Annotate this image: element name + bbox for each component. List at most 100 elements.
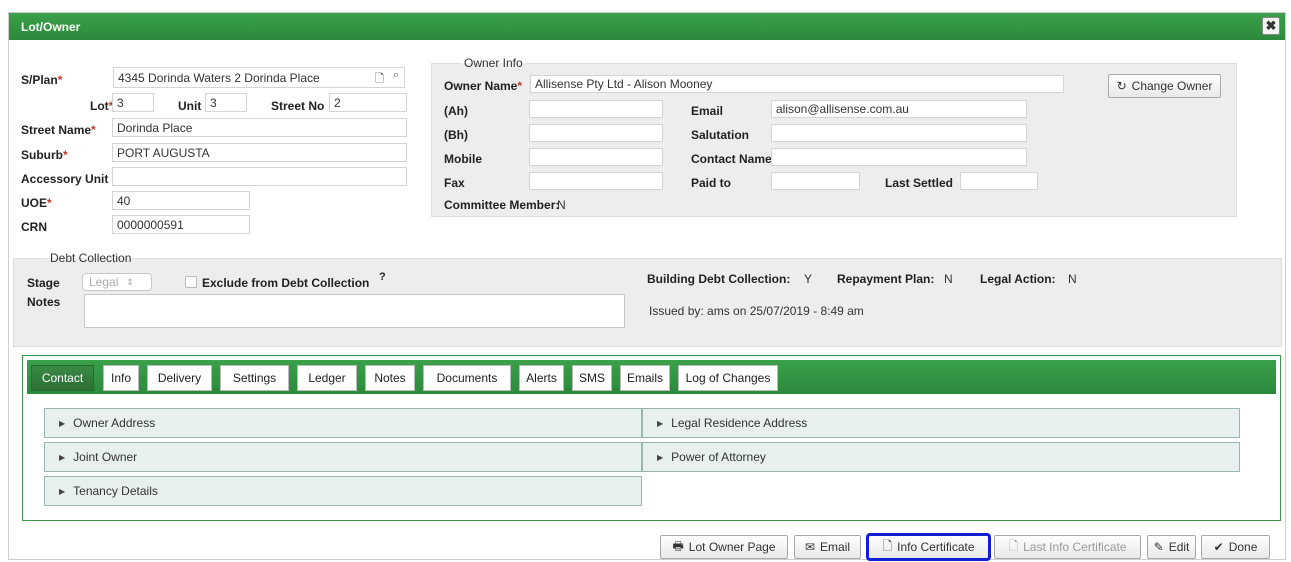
search-icon[interactable]: ⌕ <box>393 69 399 82</box>
accordion-owner-address[interactable]: ▶ Owner Address <box>44 408 642 438</box>
ah-field[interactable] <box>529 100 663 118</box>
uoe-label: UOE* <box>21 196 52 210</box>
accordion-legal-residence-label: Legal Residence Address <box>671 416 808 430</box>
crn-field[interactable]: 0000000591 <box>112 215 250 234</box>
notes-label: Notes <box>27 295 61 309</box>
fax-label: Fax <box>444 176 465 190</box>
uoe-field[interactable]: 40 <box>112 191 250 210</box>
expand-triangle-icon: ▶ <box>657 452 664 462</box>
tab-log-of-changes[interactable]: Log of Changes <box>678 365 778 391</box>
suburb-field[interactable]: PORT AUGUSTA <box>112 143 407 162</box>
print-icon: 🖶 <box>672 538 684 553</box>
tab-settings[interactable]: Settings <box>220 365 289 391</box>
committee-member-label: Committee Member: <box>444 198 560 212</box>
tab-documents[interactable]: Documents <box>423 365 511 391</box>
owner-name-field[interactable]: Allisense Pty Ltd - Alison Mooney <box>530 75 1064 93</box>
document-icon: 🗋 <box>882 538 893 553</box>
exclude-debt-label: Exclude from Debt Collection <box>202 276 370 290</box>
tab-emails[interactable]: Emails <box>620 365 670 391</box>
lot-owner-dialog: Lot/Owner ✖ S/Plan* 4345 Dorinda Waters … <box>8 12 1286 561</box>
street-no-field[interactable]: 2 <box>329 93 407 112</box>
splan-value: 4345 Dorinda Waters 2 Dorinda Place <box>118 71 320 85</box>
last-settled-field[interactable] <box>960 172 1038 190</box>
splan-label: S/Plan* <box>21 73 63 87</box>
accordion-tenancy-details[interactable]: ▶ Tenancy Details <box>44 476 642 506</box>
email-button-label: Email <box>820 540 851 554</box>
expand-triangle-icon: ▶ <box>59 452 66 462</box>
close-icon[interactable]: ✖ <box>1262 17 1280 35</box>
tab-contact[interactable]: Contact <box>31 365 94 391</box>
contact-name-field[interactable] <box>771 148 1027 166</box>
checkmark-icon: ✔ <box>1213 540 1224 554</box>
debt-collection-panel: Debt Collection Stage Legal ⇕ Exclude fr… <box>13 251 1282 347</box>
lot-label: Lot* <box>90 99 114 113</box>
accordion-joint-owner[interactable]: ▶ Joint Owner <box>44 442 642 472</box>
accordion-power-of-attorney-label: Power of Attorney <box>671 450 766 464</box>
lot-owner-page-button[interactable]: 🖶 Lot Owner Page <box>660 535 788 559</box>
email-button[interactable]: ✉ Email <box>794 535 861 559</box>
unit-label: Unit <box>178 99 202 113</box>
unit-field[interactable]: 3 <box>205 93 247 112</box>
stage-select[interactable]: Legal ⇕ <box>82 273 152 291</box>
info-certificate-button[interactable]: 🗋 Info Certificate <box>866 533 991 561</box>
document-icon[interactable]: 🗋 <box>375 70 384 87</box>
last-info-certificate-label: Last Info Certificate <box>1023 540 1127 554</box>
accordion-owner-address-label: Owner Address <box>73 416 156 430</box>
ah-label: (Ah) <box>444 104 468 118</box>
fax-field[interactable] <box>529 172 663 190</box>
repayment-plan-value: N <box>944 272 953 286</box>
legal-action-label: Legal Action: <box>980 272 1056 286</box>
salutation-field[interactable] <box>771 124 1027 142</box>
expand-triangle-icon: ▶ <box>59 486 66 496</box>
issued-by-text: Issued by: ams on 25/07/2019 - 8:49 am <box>649 304 864 318</box>
edit-button[interactable]: ✎ Edit <box>1147 535 1196 559</box>
tab-info[interactable]: Info <box>103 365 139 391</box>
contact-name-label: Contact Name <box>691 152 772 166</box>
repayment-plan-label: Repayment Plan: <box>837 272 935 286</box>
paid-to-label: Paid to <box>691 176 732 190</box>
info-certificate-label: Info Certificate <box>897 540 975 554</box>
building-debt-label: Building Debt Collection: <box>647 272 791 286</box>
last-settled-label: Last Settled <box>885 176 954 190</box>
tab-alerts[interactable]: Alerts <box>519 365 564 391</box>
building-debt-value: Y <box>804 272 813 286</box>
tab-ledger[interactable]: Ledger <box>297 365 357 391</box>
paid-to-field[interactable] <box>771 172 860 190</box>
tab-delivery[interactable]: Delivery <box>147 365 212 391</box>
accessory-unit-field[interactable] <box>112 167 407 186</box>
refresh-icon: ↻ <box>1116 79 1127 93</box>
done-button-label: Done <box>1228 540 1258 554</box>
splan-field[interactable]: 4345 Dorinda Waters 2 Dorinda Place 🗋 ⌕ <box>113 67 405 88</box>
debt-notes-textarea[interactable] <box>84 294 625 328</box>
bh-field[interactable] <box>529 124 663 142</box>
mobile-label: Mobile <box>444 152 482 166</box>
expand-triangle-icon: ▶ <box>59 418 66 428</box>
tabs-panel: Contact Info Delivery Settings Ledger No… <box>22 355 1281 521</box>
mobile-field[interactable] <box>529 148 663 166</box>
help-icon[interactable]: ? <box>379 271 386 283</box>
stage-value: Legal <box>89 275 119 289</box>
accordion-joint-owner-label: Joint Owner <box>73 450 138 464</box>
email-field[interactable]: alison@allisense.com.au <box>771 100 1027 118</box>
lot-field[interactable]: 3 <box>112 93 154 112</box>
stage-label: Stage <box>27 276 60 290</box>
legal-action-value: N <box>1068 272 1077 286</box>
owner-info-panel: Owner Info Owner Name* Allisense Pty Ltd… <box>431 56 1237 217</box>
street-name-field[interactable]: Dorinda Place <box>112 118 407 137</box>
owner-info-legend: Owner Info <box>460 56 527 70</box>
accordion-power-of-attorney[interactable]: ▶ Power of Attorney <box>642 442 1240 472</box>
accordion-tenancy-details-label: Tenancy Details <box>73 484 158 498</box>
done-button[interactable]: ✔ Done <box>1201 535 1270 559</box>
email-label: Email <box>691 104 724 118</box>
change-owner-button[interactable]: ↻ Change Owner <box>1108 74 1221 98</box>
accordion-legal-residence[interactable]: ▶ Legal Residence Address <box>642 408 1240 438</box>
lot-owner-page-label: Lot Owner Page <box>688 540 776 554</box>
pencil-icon: ✎ <box>1153 540 1164 554</box>
last-info-certificate-button[interactable]: 🗋 Last Info Certificate <box>994 535 1141 559</box>
exclude-debt-checkbox[interactable] <box>185 276 197 288</box>
tab-sms[interactable]: SMS <box>572 365 612 391</box>
tab-bar: Contact Info Delivery Settings Ledger No… <box>27 360 1276 394</box>
tab-notes[interactable]: Notes <box>365 365 415 391</box>
edit-button-label: Edit <box>1168 540 1190 554</box>
change-owner-label: Change Owner <box>1131 79 1213 93</box>
